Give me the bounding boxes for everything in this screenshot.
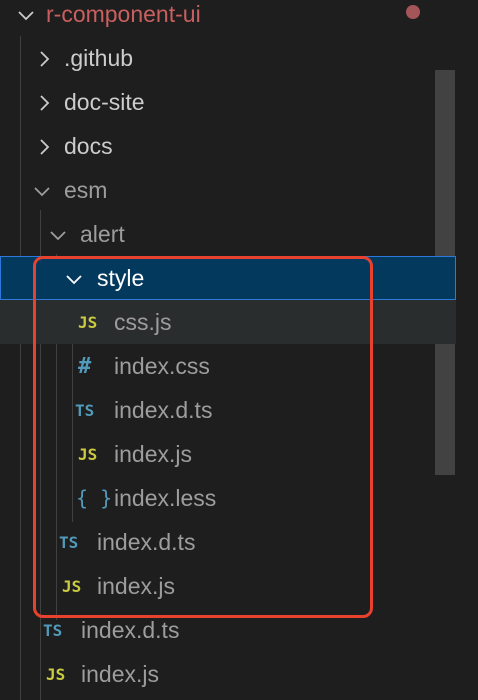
- folder-label: doc-site: [64, 88, 145, 115]
- tree-item-file[interactable]: JS css.js: [0, 300, 456, 344]
- tree-item-folder[interactable]: doc-site: [0, 80, 456, 124]
- ts-file-icon: TS: [75, 400, 95, 420]
- js-file-icon: JS: [62, 576, 82, 596]
- css-file-icon: #: [78, 353, 92, 379]
- chevron-right-icon: [34, 136, 54, 156]
- tree-item-folder[interactable]: docs: [0, 124, 456, 168]
- js-file-icon: JS: [78, 312, 98, 332]
- tree-item-file[interactable]: TS index.d.ts: [0, 520, 456, 564]
- chevron-down-icon: [16, 4, 36, 24]
- folder-label: .github: [64, 44, 134, 71]
- chevron-right-icon: [34, 48, 54, 68]
- tree-item-file[interactable]: TS index.d.ts: [0, 388, 456, 432]
- file-label: index.d.ts: [97, 528, 196, 555]
- chevron-down-icon: [32, 180, 52, 200]
- chevron-down-icon: [64, 268, 84, 288]
- folder-label: alert: [80, 220, 125, 247]
- chevron-down-icon: [48, 224, 68, 244]
- folder-label: docs: [64, 132, 113, 159]
- ts-file-icon: TS: [43, 620, 63, 640]
- folder-label: style: [97, 264, 145, 291]
- file-label: index.css: [114, 352, 210, 379]
- root-folder-label: r-component-ui: [46, 0, 201, 27]
- js-file-icon: JS: [46, 664, 66, 684]
- tree-item-folder[interactable]: esm: [0, 168, 456, 212]
- braces-file-icon: { }: [76, 486, 113, 510]
- file-label: index.js: [97, 572, 175, 599]
- tree-item-file[interactable]: { } index.less: [0, 476, 456, 520]
- tree-item-file[interactable]: # index.css: [0, 344, 456, 388]
- folder-label: esm: [64, 176, 108, 203]
- ts-file-icon: TS: [59, 532, 79, 552]
- tree-item-file[interactable]: JS index.js: [0, 432, 456, 476]
- file-label: css.js: [114, 308, 172, 335]
- chevron-right-icon: [34, 92, 54, 112]
- tree-item-file[interactable]: JS index.js: [0, 652, 456, 696]
- file-label: index.js: [81, 660, 159, 687]
- js-file-icon: JS: [78, 444, 98, 464]
- tree-item-folder[interactable]: alert: [0, 212, 456, 256]
- tree-item-folder[interactable]: .github: [0, 36, 456, 80]
- tree-item-file[interactable]: TS index.d.ts: [0, 608, 456, 652]
- tree-item-folder-selected[interactable]: style: [0, 256, 456, 300]
- file-label: index.d.ts: [81, 616, 180, 643]
- tree-item-file[interactable]: JS index.js: [0, 564, 456, 608]
- file-label: index.less: [114, 484, 217, 511]
- file-label: index.js: [114, 440, 192, 467]
- file-label: index.d.ts: [114, 396, 213, 423]
- tree-item-root-folder[interactable]: r-component-ui: [0, 0, 456, 36]
